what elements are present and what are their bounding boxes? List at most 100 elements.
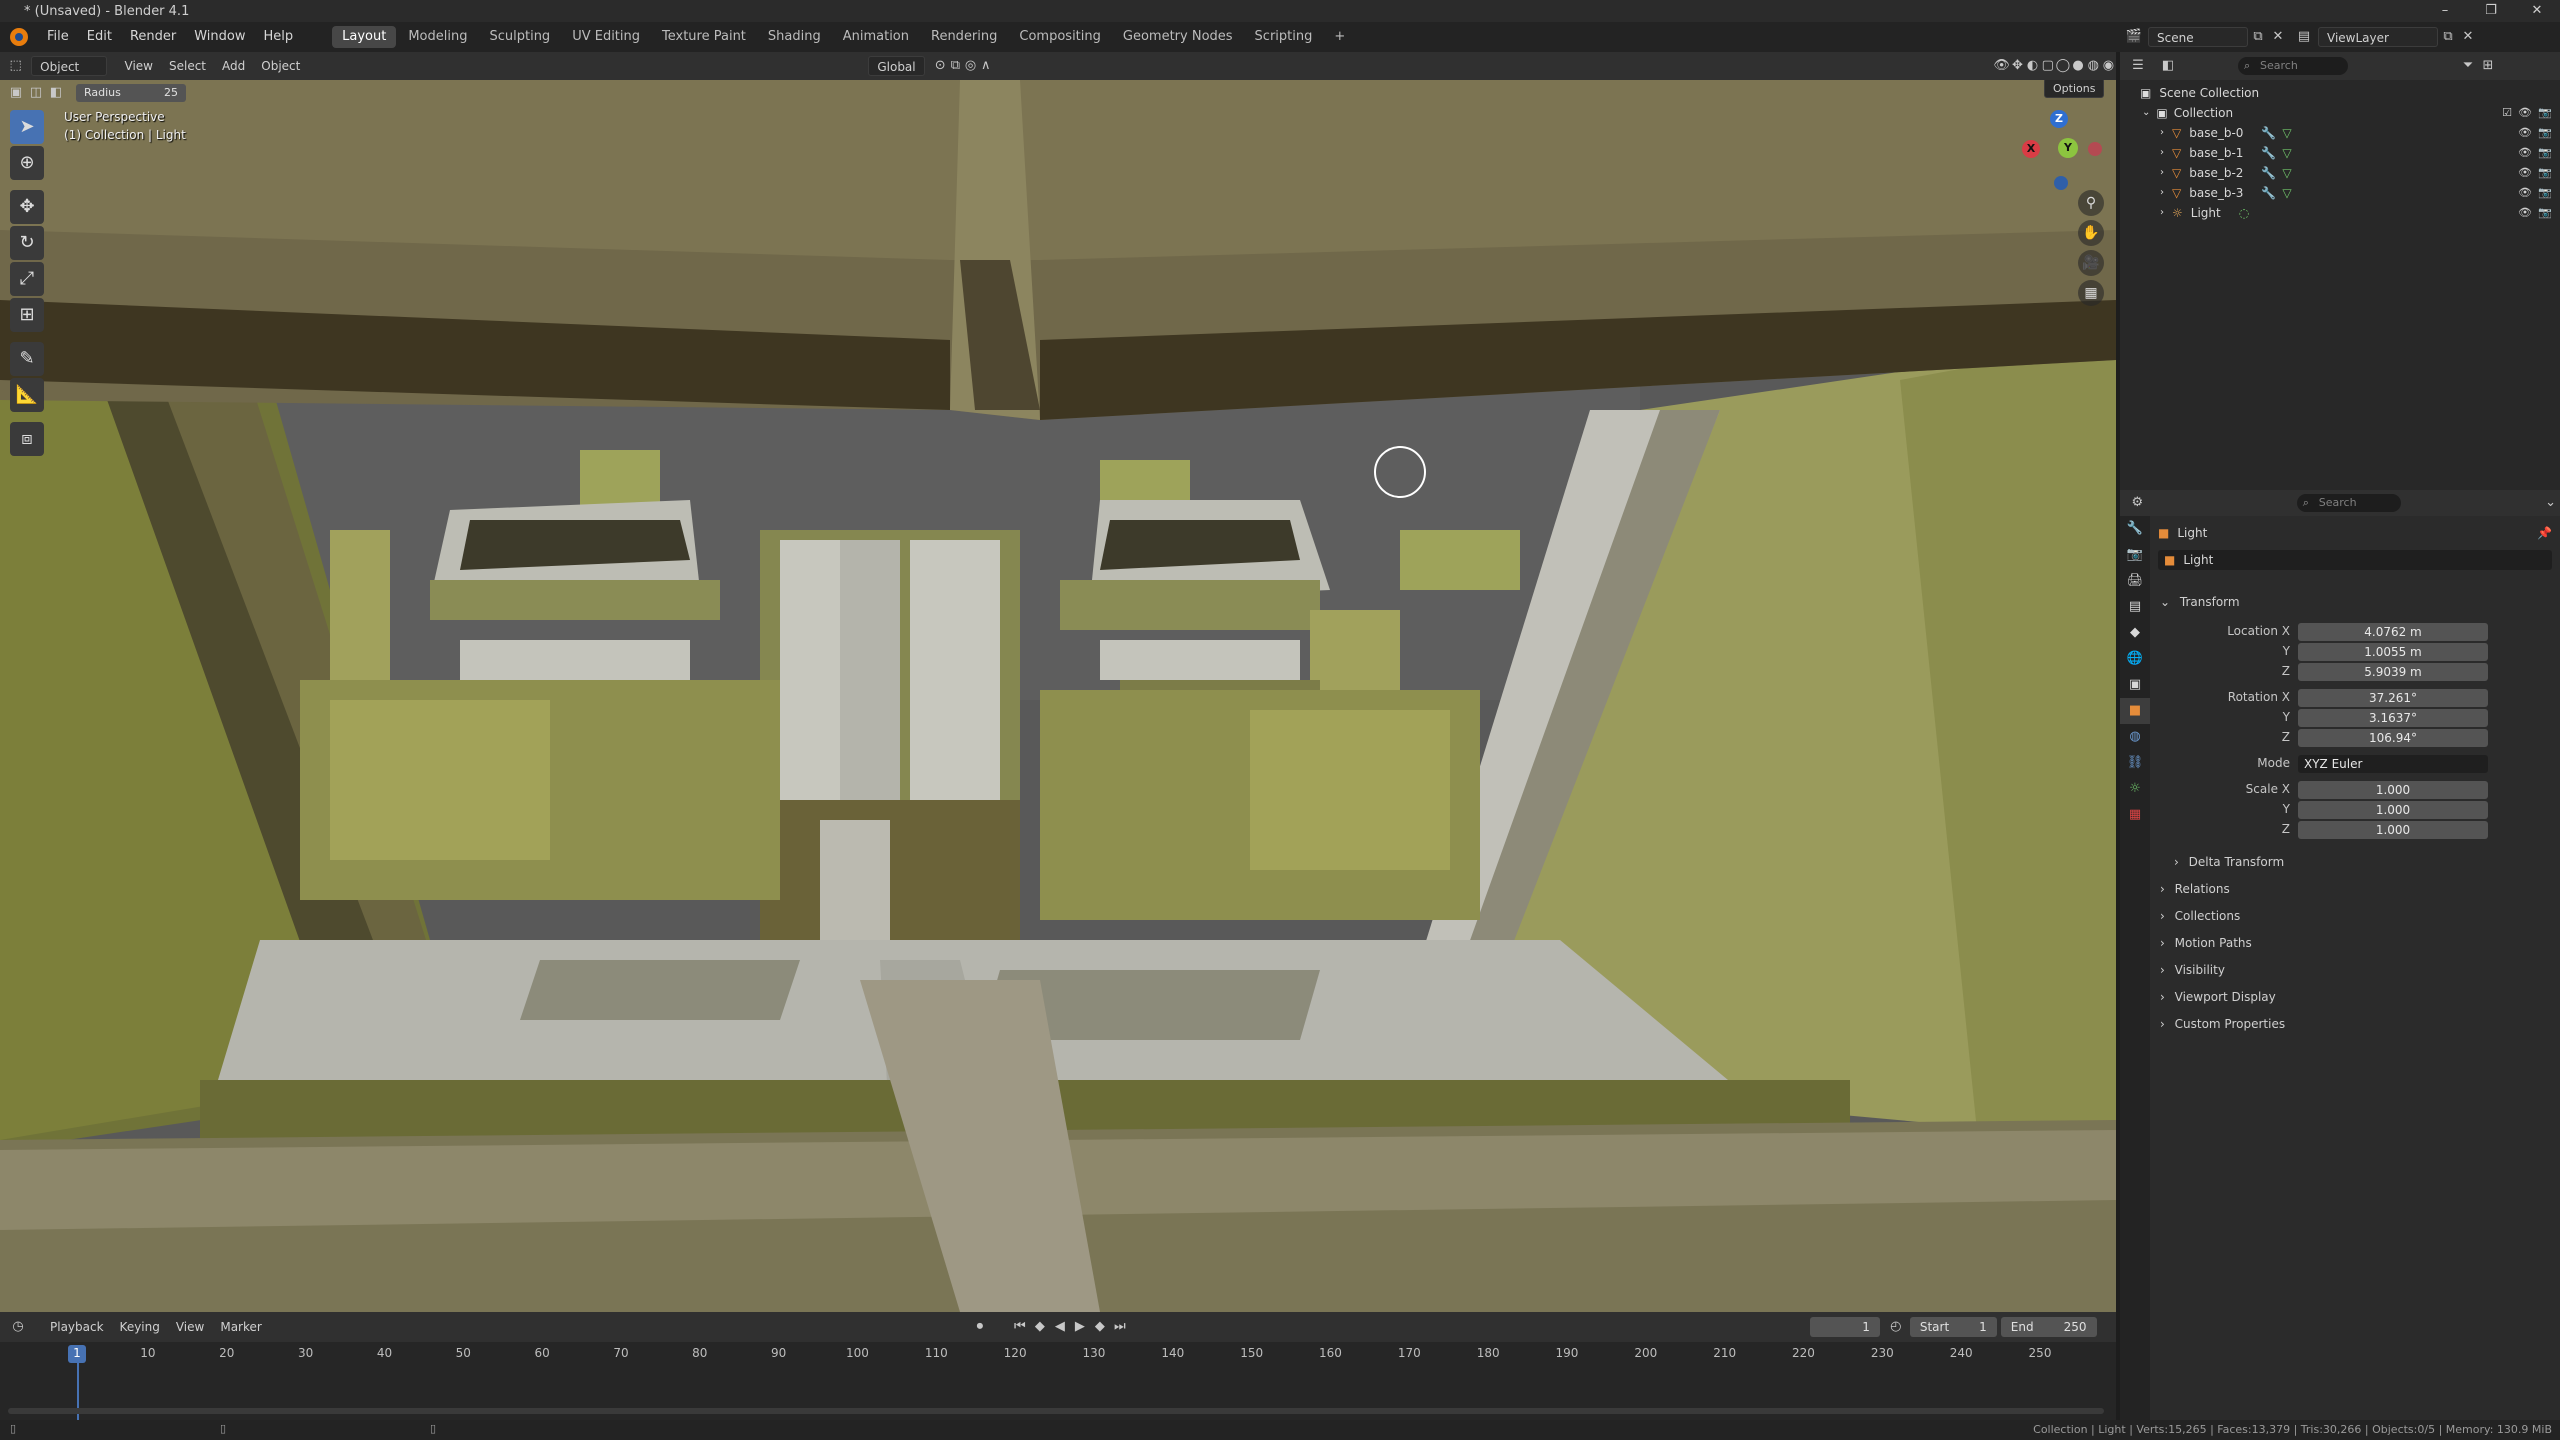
move-tool-icon[interactable]: ✥ [10,190,44,224]
location-z-field[interactable]: 5.9039 m [2298,663,2488,681]
scale-tool-icon[interactable]: ⤢ [10,262,44,296]
render-camera-icon[interactable]: 📷 [2538,143,2552,163]
add-cube-tool-icon[interactable]: ⧈ [10,422,44,456]
rotation-x-field[interactable]: 37.261° [2298,689,2488,707]
location-x-field[interactable]: 4.0762 m [2298,623,2488,641]
scene-selector[interactable]: Scene [2148,27,2248,47]
orientation-selector[interactable]: Global [868,56,925,76]
scale-z-field[interactable]: 1.000 [2298,821,2488,839]
outliner-editor-icon[interactable]: ☰ [2128,56,2148,76]
transform-panel-header[interactable]: ⌄ Transform [2160,590,2552,614]
viewlayer-selector[interactable]: ViewLayer [2318,27,2438,47]
menu-help[interactable]: Help [255,22,303,52]
editor-type-icon[interactable]: ⬚ [8,56,23,76]
pin-icon[interactable]: 📌 [2537,526,2552,540]
solid-shading-icon[interactable]: ● [2071,56,2086,76]
tab-texture-paint[interactable]: Texture Paint [652,26,756,48]
collection-checkbox-icon[interactable]: ☑ [2502,103,2512,123]
object-name[interactable]: Light [2177,526,2207,540]
rotate-tool-icon[interactable]: ↻ [10,226,44,260]
constraints-tab-icon[interactable]: ⛓ [2120,750,2150,776]
outliner-item-base-b-2[interactable]: › ▽ base_b-2 🔧 ▽ 👁 📷 [2120,163,2560,183]
collection-eye-icon[interactable]: 👁 [2518,103,2532,123]
visibility-eye-icon[interactable]: 👁 [2518,123,2532,143]
timeline-scrollbar[interactable] [8,1408,2104,1414]
light-data-icon[interactable]: ◌ [2239,203,2249,223]
visibility-eye-icon[interactable]: 👁 [2518,143,2532,163]
mesh-data-icon[interactable]: ▽ [2282,183,2291,203]
collection-tab-icon[interactable]: ▣ [2120,672,2150,698]
rendered-shading-icon[interactable]: ◉ [2101,56,2116,76]
collections-panel[interactable]: › Collections [2160,904,2552,928]
proportional-edit-icon[interactable]: ◎ [963,56,978,76]
3d-viewport[interactable]: User Perspective (1) Collection | Light … [0,80,2116,1312]
measure-tool-icon[interactable]: 📐 [10,378,44,412]
tab-sculpting[interactable]: Sculpting [479,26,560,48]
physics-tab-icon[interactable]: ◍ [2120,724,2150,750]
expand-icon[interactable]: › [2160,183,2164,203]
radius-field[interactable]: Radius 25 [76,84,186,102]
select-box-mode-icon[interactable]: ▣ [6,83,26,103]
overlay-toggle-icon[interactable]: ◐ [2025,56,2040,76]
menu-marker[interactable]: Marker [212,1317,269,1337]
new-viewlayer-icon[interactable]: ⧉ [2438,27,2458,47]
gizmo-x-axis[interactable]: X [2022,140,2040,158]
gizmo-y-axis[interactable]: Y [2058,138,2078,158]
properties-options-icon[interactable]: ⌄ [2541,493,2560,513]
outliner-item-base-b-0[interactable]: › ▽ base_b-0 🔧 ▽ 👁 📷 [2120,123,2560,143]
scale-x-field[interactable]: 1.000 [2298,781,2488,799]
object-tab-icon[interactable]: ■ [2120,698,2150,724]
menu-playback[interactable]: Playback [42,1317,112,1337]
perspective-toggle-icon[interactable]: ▦ [2078,280,2104,306]
output-tab-icon[interactable]: 🖨 [2120,568,2150,594]
render-camera-icon[interactable]: 📷 [2538,163,2552,183]
menu-file[interactable]: File [38,22,78,52]
mesh-data-icon[interactable]: ▽ [2282,163,2291,183]
maximize-button[interactable]: ❐ [2468,0,2514,22]
add-workspace-button[interactable]: + [1324,26,1355,48]
properties-search-input[interactable]: Search [2296,494,2402,512]
gizmo-neg-z-axis[interactable] [2054,176,2068,190]
viewlayer-icon[interactable]: ▤ [2294,27,2314,47]
properties-editor-icon[interactable]: ⚙ [2128,493,2147,513]
view-layer-tab-icon[interactable]: ▤ [2120,594,2150,620]
scene-tab-icon[interactable]: ◆ [2120,620,2150,646]
motion-paths-panel[interactable]: › Motion Paths [2160,931,2552,955]
outliner-item-base-b-3[interactable]: › ▽ base_b-3 🔧 ▽ 👁 📷 [2120,183,2560,203]
new-scene-icon[interactable]: ⧉ [2248,27,2268,47]
timeline-editor-icon[interactable]: ◷ [8,1317,28,1337]
material-shading-icon[interactable]: ◍ [2086,56,2101,76]
gizmo-neg-x-axis[interactable] [2088,142,2102,156]
snap-icon[interactable]: ⧉ [948,56,963,76]
menu-edit[interactable]: Edit [78,22,121,52]
delta-transform-panel[interactable]: › Delta Transform [2174,850,2552,874]
tab-rendering[interactable]: Rendering [921,26,1007,48]
expand-icon[interactable]: › [2160,143,2164,163]
new-collection-icon[interactable]: ⊞ [2478,56,2498,76]
gizmo-toggle-icon[interactable]: ✥ [2010,56,2025,76]
menu-object[interactable]: Object [253,56,308,76]
tab-animation[interactable]: Animation [833,26,919,48]
mode-selector[interactable]: Object Mode [31,56,107,94]
expand-icon[interactable]: › [2160,163,2164,183]
render-camera-icon[interactable]: 📷 [2538,123,2552,143]
tab-scripting[interactable]: Scripting [1245,26,1323,48]
zoom-icon[interactable]: ⚲ [2078,190,2104,216]
scene-collection-row[interactable]: ▣ Scene Collection [2120,83,2560,103]
rotation-z-field[interactable]: 106.94° [2298,729,2488,747]
filter-icon[interactable]: ⏷ [2458,56,2478,76]
annotate-tool-icon[interactable]: ✎ [10,342,44,376]
xray-icon[interactable]: ▢ [2040,56,2055,76]
select-extend-icon[interactable]: ◫ [26,83,46,103]
visibility-eye-icon[interactable]: 👁 [2518,203,2532,223]
jump-keyframe-forward-icon[interactable]: ◆ [1090,1317,1110,1337]
visibility-filter-icon[interactable]: 👁 [1993,56,2010,76]
end-frame-field[interactable]: End 250 [2000,1317,2097,1337]
current-frame-field[interactable]: 1 [1809,1317,1880,1337]
outliner-item-light[interactable]: › ☼ Light ◌ 👁 📷 [2120,203,2560,223]
blender-logo-icon[interactable] [10,28,28,46]
rotation-y-field[interactable]: 3.1637° [2298,709,2488,727]
display-mode-icon[interactable]: ◧ [2158,56,2178,76]
modifier-icon[interactable]: 🔧 [2261,143,2276,163]
outliner-search-input[interactable]: Search [2238,57,2348,75]
